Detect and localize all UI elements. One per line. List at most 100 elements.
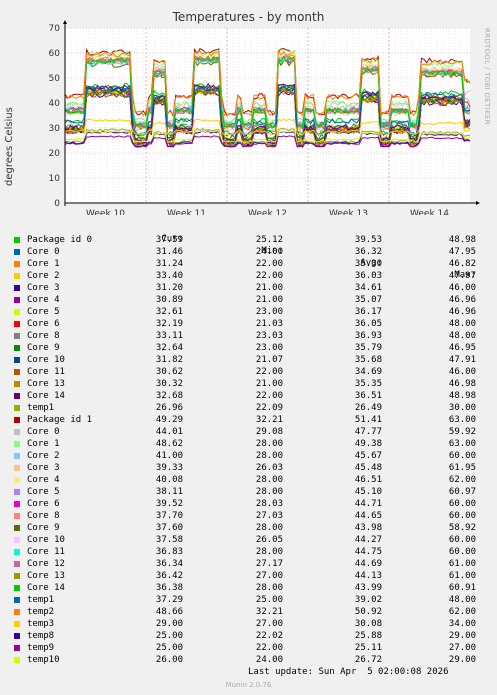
legend-swatch	[14, 453, 20, 459]
legend-row: Package id 1 49.29 32.21 51.41 63.00	[0, 414, 497, 426]
x-tick-label: Week 13	[329, 209, 368, 215]
legend-row: Core 4 30.89 21.00 35.07 46.96	[0, 294, 497, 306]
legend-label: Core 14	[27, 583, 65, 593]
legend-max-value: 48.00	[448, 595, 476, 605]
legend-max-value: 48.00	[448, 331, 476, 341]
legend-swatch	[14, 621, 20, 627]
legend-swatch	[14, 345, 20, 351]
legend-label: Core 2	[27, 451, 60, 461]
legend-max-value: 63.00	[448, 439, 476, 449]
plot-area: 0 10 20 30 40 50 60 70 Week 10 Week 11 Week 12 Week…	[49, 20, 480, 215]
legend-min-value: 21.07	[255, 355, 283, 365]
legend-row: temp8 25.00 22.02 25.88 29.00	[0, 630, 497, 642]
legend-cur-value: 33.11	[155, 331, 183, 341]
legend-row: Core 2 33.40 22.00 36.03 47.97	[0, 270, 497, 282]
legend-min-value: 32.21	[255, 607, 283, 617]
legend-swatch	[14, 549, 20, 555]
legend-avg-value: 30.08	[354, 619, 382, 629]
legend-min-value: 21.00	[255, 283, 283, 293]
legend-avg-value: 25.11	[354, 643, 382, 653]
legend-cur-value: 37.58	[155, 535, 183, 545]
legend-max-value: 60.00	[448, 547, 476, 557]
legend-swatch	[14, 525, 20, 531]
legend-max-value: 47.97	[448, 271, 476, 281]
legend-min-value: 22.09	[255, 403, 283, 413]
legend-row: Core 10 37.58 26.05 44.27 60.00	[0, 534, 497, 546]
legend-avg-value: 39.53	[354, 235, 382, 245]
legend-label: temp3	[27, 619, 55, 629]
legend-swatch	[14, 309, 20, 315]
legend-row: Core 14 32.68 22.00 36.51 48.98	[0, 390, 497, 402]
legend-min-value: 22.00	[255, 367, 283, 377]
legend-label: Core 9	[27, 343, 60, 353]
legend-min-value: 28.00	[255, 451, 283, 461]
legend-cur-value: 25.00	[155, 643, 183, 653]
x-tick-label: Week 12	[248, 209, 287, 215]
legend-swatch	[14, 429, 20, 435]
legend-cur-value: 38.11	[155, 487, 183, 497]
legend-avg-value: 44.65	[354, 511, 382, 521]
legend-label: Core 4	[27, 295, 60, 305]
legend-avg-value: 36.17	[354, 307, 382, 317]
legend-avg-value: 35.35	[354, 379, 382, 389]
legend-max-value: 60.91	[448, 583, 476, 593]
legend-row: Core 9 37.60 28.00 43.98 58.92	[0, 522, 497, 534]
legend-cur-value: 32.68	[155, 391, 183, 401]
legend-min-value: 23.00	[255, 307, 283, 317]
legend-max-value: 29.00	[448, 655, 476, 665]
legend-label: Core 1	[27, 439, 60, 449]
legend-min-value: 21.00	[255, 295, 283, 305]
legend-swatch	[14, 561, 20, 567]
y-tick-label: 10	[49, 174, 61, 184]
legend-min-value: 22.00	[255, 391, 283, 401]
legend-min-value: 26.03	[255, 463, 283, 473]
legend-max-value: 29.00	[448, 631, 476, 641]
legend-row: Core 12 36.34 27.17 44.69 61.00	[0, 558, 497, 570]
legend-min-value: 22.00	[255, 259, 283, 269]
legend-min-value: 21.03	[255, 319, 283, 329]
legend-label: Core 0	[27, 247, 60, 257]
legend-swatch	[14, 393, 20, 399]
legend-avg-value: 46.51	[354, 475, 382, 485]
legend-max-value: 60.00	[448, 511, 476, 521]
legend-cur-value: 49.29	[155, 415, 183, 425]
legend-min-value: 23.00	[255, 343, 283, 353]
legend-header-row: Cur: Min: Avg: Max:	[0, 221, 497, 280]
legend-cur-value: 31.20	[155, 283, 183, 293]
legend-label: Core 13	[27, 379, 65, 389]
legend-label: Package id 1	[27, 415, 93, 425]
legend-label: temp8	[27, 631, 55, 641]
legend-max-value: 30.00	[448, 403, 476, 413]
legend-min-value: 28.00	[255, 523, 283, 533]
legend-avg-value: 36.51	[354, 391, 382, 401]
legend-min-value: 28.03	[255, 499, 283, 509]
legend-label: Core 5	[27, 307, 60, 317]
legend-avg-value: 36.05	[354, 319, 382, 329]
legend-label: Core 4	[27, 475, 60, 485]
legend-row: Core 0 44.01 29.08 47.77 59.92	[0, 426, 497, 438]
y-tick-label: 30	[49, 124, 61, 134]
legend-max-value: 48.98	[448, 391, 476, 401]
legend-avg-value: 44.75	[354, 547, 382, 557]
legend-avg-value: 36.03	[354, 271, 382, 281]
legend-cur-value: 36.38	[155, 583, 183, 593]
legend-max-value: 46.95	[448, 343, 476, 353]
legend-min-value: 28.00	[255, 439, 283, 449]
legend-row: Package id 0 37.59 25.12 39.53 48.98	[0, 234, 497, 246]
legend-cur-value: 37.60	[155, 523, 183, 533]
legend-label: Core 6	[27, 499, 60, 509]
legend-max-value: 58.92	[448, 523, 476, 533]
legend-label: Core 11	[27, 547, 65, 557]
last-update: Last update: Sun Apr 5 02:00:08 2026	[248, 667, 449, 677]
legend-row: Core 9 32.64 23.00 35.79 46.95	[0, 342, 497, 354]
legend-swatch	[14, 513, 20, 519]
legend-cur-value: 41.00	[155, 451, 183, 461]
legend-label: temp1	[27, 403, 55, 413]
legend-cur-value: 30.89	[155, 295, 183, 305]
legend-min-value: 28.00	[255, 487, 283, 497]
legend-cur-value: 36.42	[155, 571, 183, 581]
legend-min-value: 28.00	[255, 475, 283, 485]
legend-cur-value: 37.29	[155, 595, 183, 605]
legend-cur-value: 31.82	[155, 355, 183, 365]
legend-cur-value: 33.40	[155, 271, 183, 281]
